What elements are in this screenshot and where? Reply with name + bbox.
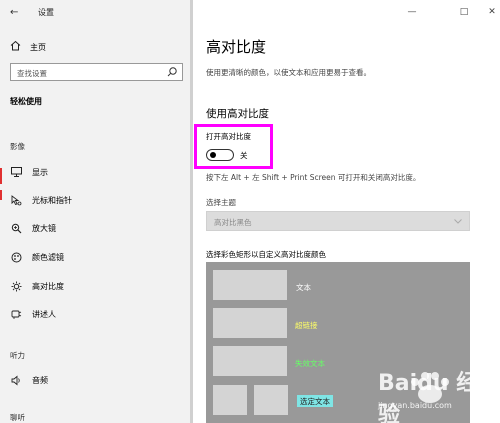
theme-select[interactable]: 高对比黑色 — [206, 211, 470, 231]
sidebar-item-label: 显示 — [32, 167, 48, 177]
watermark-url: jingyan.baidu.com — [378, 401, 452, 410]
nav-home-label: 主页 — [30, 42, 46, 52]
sidebar-item-label: 高对比度 — [32, 281, 64, 291]
sidebar-item-cursor[interactable]: 光标和指针 — [10, 193, 72, 207]
title-bar: ← 设置 — □ ✕ — [0, 0, 500, 26]
chevron-down-icon — [453, 216, 463, 226]
pane-divider — [190, 0, 193, 423]
sidebar-item-narrator[interactable]: 讲述人 — [10, 307, 56, 321]
contrast-icon — [10, 280, 22, 292]
edge-mark — [0, 168, 2, 184]
section-vision: 影像 — [10, 142, 25, 151]
toggle-knob — [210, 152, 216, 158]
sidebar-item-label: 颜色滤镜 — [32, 252, 64, 262]
color-customize-label: 选择彩色矩形以自定义高对比度颜色 — [206, 250, 326, 259]
sidebar-item-display[interactable]: 显示 — [10, 165, 48, 179]
sidebar-item-label: 放大镜 — [32, 223, 56, 233]
sidebar-item-label: 光标和指针 — [32, 195, 72, 205]
high-contrast-toggle[interactable] — [206, 149, 234, 161]
speaker-icon — [10, 374, 22, 386]
watermark-brand: Baidu 经验 — [378, 371, 479, 423]
section-interaction: 聊听 — [10, 413, 25, 422]
search-input[interactable]: 查找设置 — [10, 63, 183, 81]
shortcut-hint: 按下左 Alt + 左 Shift + Print Screen 可打开和关闭高… — [206, 173, 421, 182]
back-arrow-icon[interactable]: ← — [10, 6, 24, 20]
cursor-icon — [10, 194, 22, 206]
preview-disabled-text-label: 失效文本 — [295, 359, 325, 368]
section-title: 使用高对比度 — [206, 108, 269, 120]
hyperlink-color-swatch[interactable] — [213, 308, 287, 338]
nav-home[interactable]: 主页 — [10, 40, 46, 54]
maximize-button[interactable]: □ — [456, 5, 472, 19]
page-description: 使用更清晰的颜色，以使文本和应用更易于查看。 — [206, 68, 371, 77]
search-icon[interactable] — [166, 66, 178, 78]
toggle-label: 打开高对比度 — [206, 132, 251, 141]
home-icon — [10, 40, 22, 54]
monitor-icon — [10, 166, 22, 178]
category-title: 轻松使用 — [10, 97, 42, 106]
minimize-button[interactable]: — — [404, 5, 420, 19]
sidebar-item-label: 音频 — [32, 375, 48, 385]
selected-bg-color-swatch[interactable] — [254, 385, 288, 415]
theme-label: 选择主题 — [206, 198, 236, 207]
search-placeholder: 查找设置 — [17, 69, 47, 78]
app-title: 设置 — [38, 8, 54, 17]
preview-text-label: 文本 — [296, 283, 311, 292]
edge-mark — [0, 190, 2, 200]
preview-hyperlink-label: 超链接 — [295, 321, 318, 330]
selected-text-color-swatch[interactable] — [213, 385, 247, 415]
toggle-state: 关 — [240, 151, 248, 160]
text-color-swatch[interactable] — [213, 270, 287, 300]
narrator-icon — [10, 308, 22, 320]
magnifier-icon — [10, 222, 22, 234]
page-title: 高对比度 — [206, 38, 267, 56]
preview-selected-text-label: 选定文本 — [297, 395, 333, 407]
disabled-text-color-swatch[interactable] — [213, 346, 287, 376]
theme-select-value: 高对比黑色 — [214, 218, 252, 227]
close-button[interactable]: ✕ — [484, 5, 500, 19]
sidebar-item-high-contrast[interactable]: 高对比度 — [10, 279, 64, 293]
sidebar-item-audio[interactable]: 音频 — [10, 373, 48, 387]
sidebar-item-color-filter[interactable]: 颜色滤镜 — [10, 250, 64, 264]
sidebar-item-magnifier[interactable]: 放大镜 — [10, 221, 56, 235]
color-filter-icon — [10, 251, 22, 263]
section-hearing: 听力 — [10, 351, 25, 360]
sidebar-item-label: 讲述人 — [32, 309, 56, 319]
